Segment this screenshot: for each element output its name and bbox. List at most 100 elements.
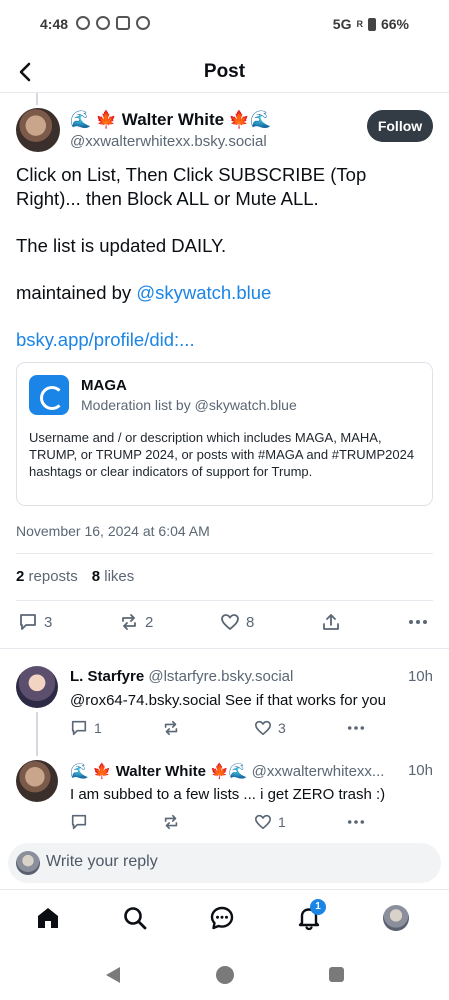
tab-bar: 1	[0, 889, 449, 945]
chat-notification-icon	[76, 16, 90, 30]
search-icon	[124, 907, 147, 930]
reply-avatar[interactable]	[16, 760, 58, 802]
divider	[16, 600, 433, 601]
like-button[interactable]: 8	[220, 612, 254, 632]
user-avatar	[16, 851, 40, 875]
heart-icon	[221, 614, 239, 630]
share-icon	[323, 614, 339, 630]
thread-line	[36, 712, 38, 756]
post-text-line: Right)... then Block ALL or Mute ALL.	[16, 188, 319, 209]
tab-profile[interactable]	[380, 902, 412, 934]
chat-icon	[210, 906, 234, 930]
ellipsis-icon	[409, 620, 427, 624]
tab-chat[interactable]	[206, 902, 238, 934]
battery-percent: 66%	[380, 16, 409, 32]
reply-time: 10h	[407, 668, 433, 685]
author-name[interactable]: 🌊 🍁 Walter White 🍁🌊	[70, 110, 271, 130]
reply-action-row: 1 3	[70, 719, 433, 749]
reply-count: 3	[44, 613, 53, 631]
more-options-button[interactable]	[408, 612, 428, 632]
ellipsis-icon	[347, 820, 365, 824]
battery-icon	[367, 17, 376, 31]
reply-avatar[interactable]	[16, 666, 58, 708]
repost-button[interactable]	[162, 719, 186, 737]
status-bar: 4:48 5G R 66%	[0, 0, 449, 50]
reply-input[interactable]: Write your reply	[46, 853, 158, 871]
post-timestamp: November 16, 2024 at 6:04 AM	[16, 523, 210, 539]
divider	[0, 648, 449, 649]
reply-author-handle: @xxwalterwhitexx...	[251, 763, 385, 780]
ellipsis-icon	[347, 726, 365, 730]
nav-back-icon[interactable]	[106, 967, 120, 983]
repost-button[interactable]: 2	[119, 612, 153, 632]
status-right: 5G R 66%	[333, 16, 409, 32]
profile-avatar	[383, 905, 409, 931]
tab-home[interactable]	[32, 902, 64, 934]
post-action-row: 3 2 8	[16, 612, 433, 642]
tab-search[interactable]	[119, 902, 151, 934]
whatsapp-notification-icon	[96, 16, 110, 30]
mention-link[interactable]: @skywatch.blue	[136, 282, 271, 303]
reply-text: @rox64-74.bsky.social See if that works …	[70, 692, 386, 709]
reply-author-name: 🌊 🍁 Walter White 🍁🌊	[70, 763, 248, 780]
post-text-prefix: maintained by	[16, 282, 137, 303]
post-text-line: The list is updated DAILY.	[16, 235, 227, 256]
list-embed-card[interactable]: MAGA Moderation list by @skywatch.blue U…	[16, 362, 433, 506]
reply-author[interactable]: L. Starfyre @lstarfyre.bsky.social	[70, 668, 293, 685]
reply-composer[interactable]: Write your reply	[8, 843, 441, 883]
reply-time: 10h	[407, 762, 433, 779]
header: Post	[0, 52, 449, 92]
author-avatar[interactable]	[16, 108, 60, 152]
status-notification-icons	[76, 16, 150, 30]
post-link[interactable]: bsky.app/profile/did:...	[16, 329, 195, 351]
list-title: MAGA	[81, 377, 127, 394]
threads-notification-icon	[136, 16, 150, 30]
repost-button[interactable]	[162, 813, 186, 831]
heart-icon	[254, 814, 272, 830]
likes-stat[interactable]: 8 likes	[92, 568, 135, 585]
reposts-stat[interactable]: 2 reposts	[16, 568, 78, 585]
nav-home-icon[interactable]	[216, 966, 234, 984]
more-options-button[interactable]	[347, 813, 365, 831]
repost-icon	[164, 720, 178, 736]
reply-action-row: 1	[70, 813, 433, 843]
network-type: 5G	[332, 16, 352, 32]
reply-author-name: L. Starfyre	[70, 668, 145, 685]
reply-text: I am subbed to a few lists ... i get ZER…	[70, 786, 386, 803]
follow-button[interactable]: Follow	[367, 110, 433, 142]
reply-author[interactable]: 🌊 🍁 Walter White 🍁🌊 @xxwalterwhitexx...	[70, 762, 384, 780]
calendar-notification-icon	[116, 16, 130, 30]
moderation-list-icon	[29, 375, 69, 415]
like-button[interactable]: 1	[254, 813, 286, 831]
post-stats: 2 reposts 8 likes	[16, 568, 134, 585]
reply-author-handle: @lstarfyre.bsky.social	[148, 668, 294, 685]
repost-icon	[164, 814, 178, 830]
list-subtitle: Moderation list by @skywatch.blue	[81, 397, 297, 413]
notification-badge: 1	[310, 899, 326, 915]
reply-icon	[20, 614, 36, 630]
post-text-line: maintained by @skywatch.blue	[16, 282, 271, 304]
more-options-button[interactable]	[347, 719, 365, 737]
page-title: Post	[203, 61, 246, 82]
reply-button[interactable]: 1	[70, 719, 102, 737]
reply-icon	[71, 720, 87, 736]
post-text-line: Click on List, Then Click SUBSCRIBE (Top	[16, 164, 367, 185]
heart-icon	[254, 720, 272, 736]
nav-recents-icon[interactable]	[329, 967, 344, 982]
reply-icon	[71, 814, 87, 830]
thread-line	[36, 93, 38, 105]
list-description: Username and / or description which incl…	[29, 430, 415, 479]
like-button[interactable]: 3	[254, 719, 286, 737]
reply-button[interactable]	[70, 813, 94, 831]
like-count: 8	[246, 613, 255, 631]
like-count: 3	[278, 720, 286, 736]
repost-count: 2	[145, 613, 154, 631]
reply-count: 1	[94, 720, 102, 736]
share-button[interactable]	[321, 612, 341, 632]
divider	[16, 553, 433, 554]
signal-icon: R	[356, 19, 363, 29]
reply-button[interactable]: 3	[18, 612, 52, 632]
likes-count: 8	[91, 568, 101, 585]
author-handle[interactable]: @xxwalterwhitexx.bsky.social	[70, 133, 267, 150]
system-nav-bar	[0, 945, 449, 1000]
